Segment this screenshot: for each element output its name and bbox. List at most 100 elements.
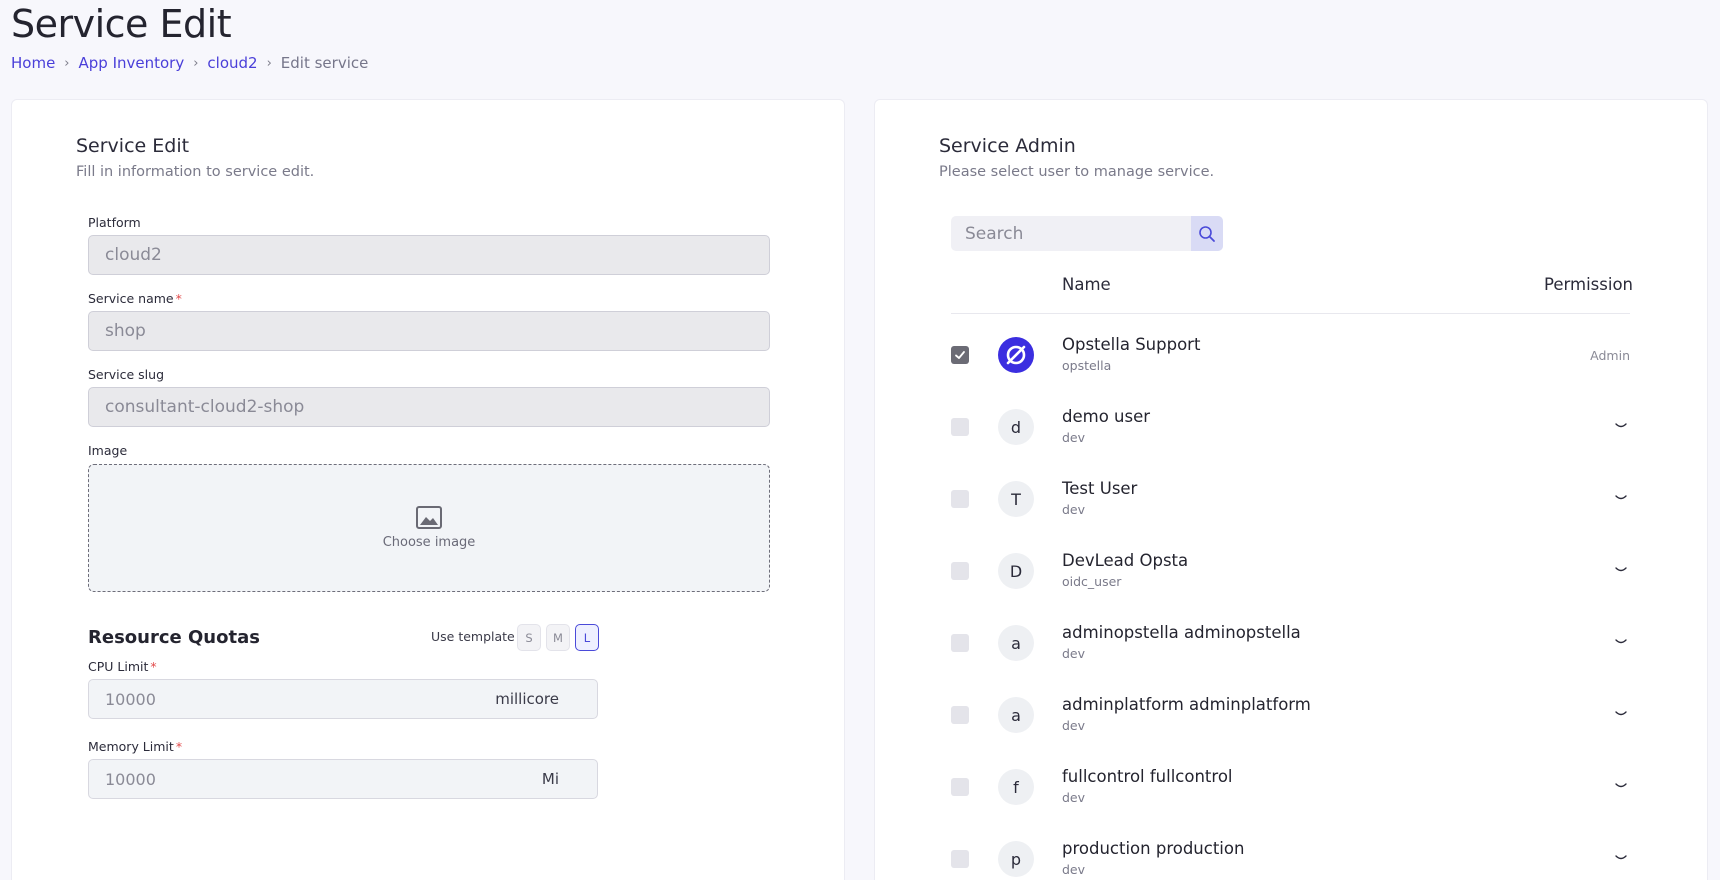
card-subtitle: Fill in information to service edit. bbox=[76, 164, 315, 180]
card-title: Service Edit bbox=[76, 135, 190, 157]
breadcrumb: Home › App Inventory › cloud2 › Edit ser… bbox=[11, 54, 368, 72]
chevron-right-icon: › bbox=[266, 55, 272, 71]
image-upload-dropzone[interactable]: Choose image bbox=[88, 464, 770, 592]
user-name: Opstella Support bbox=[1062, 335, 1201, 354]
avatar: f bbox=[998, 769, 1034, 805]
user-name: DevLead Opsta bbox=[1062, 551, 1189, 570]
opstella-logo-icon bbox=[998, 337, 1034, 373]
user-row[interactable]: a adminplatform adminplatform dev bbox=[951, 692, 1630, 752]
user-name: demo user bbox=[1062, 407, 1151, 426]
chevron-down-icon bbox=[1615, 567, 1627, 572]
image-icon bbox=[416, 506, 442, 529]
chevron-down-icon bbox=[1615, 855, 1627, 860]
checkmark-icon bbox=[955, 351, 965, 359]
template-m-button[interactable]: M bbox=[546, 624, 570, 651]
required-marker: * bbox=[175, 739, 183, 754]
user-role: dev bbox=[1062, 502, 1086, 517]
user-select-checkbox[interactable] bbox=[951, 562, 969, 580]
cpu-limit-label-text: CPU Limit bbox=[88, 659, 149, 674]
user-row[interactable]: a adminopstella adminopstella dev bbox=[951, 620, 1630, 680]
permission-dropdown[interactable] bbox=[1614, 778, 1628, 792]
permission-dropdown[interactable] bbox=[1614, 634, 1628, 648]
user-select-checkbox[interactable] bbox=[951, 706, 969, 724]
card-title: Service Admin bbox=[939, 135, 1076, 157]
template-l-button[interactable]: L bbox=[575, 624, 599, 651]
service-name-label-text: Service name bbox=[88, 291, 174, 306]
user-select-checkbox[interactable] bbox=[951, 634, 969, 652]
breadcrumb-home[interactable]: Home bbox=[11, 54, 55, 72]
page-title: Service Edit bbox=[11, 2, 232, 46]
template-s-button[interactable]: S bbox=[517, 624, 541, 651]
cpu-limit-label: CPU Limit * bbox=[88, 659, 157, 674]
memory-limit-unit: Mi bbox=[541, 770, 559, 788]
user-row[interactable]: d demo user dev bbox=[951, 404, 1630, 464]
required-marker: * bbox=[150, 659, 157, 674]
permission-dropdown[interactable] bbox=[1614, 706, 1628, 720]
user-select-checkbox[interactable] bbox=[951, 418, 969, 436]
chevron-right-icon: › bbox=[64, 55, 70, 71]
service-name-label: Service name * bbox=[88, 291, 182, 306]
user-role: dev bbox=[1062, 790, 1086, 805]
search-icon bbox=[1199, 225, 1215, 242]
avatar: a bbox=[998, 697, 1034, 733]
cpu-limit-field[interactable]: 10000 millicore bbox=[88, 679, 598, 719]
user-row[interactable]: T Test User dev bbox=[951, 476, 1630, 536]
chevron-down-icon bbox=[1615, 783, 1627, 788]
name-column-header: Name bbox=[1062, 275, 1111, 294]
user-row[interactable]: Opstella Support opstella Admin bbox=[951, 332, 1630, 392]
user-role: dev bbox=[1062, 430, 1086, 445]
required-marker: * bbox=[175, 291, 182, 306]
memory-limit-value: 10000 bbox=[105, 769, 156, 789]
service-name-field[interactable]: shop bbox=[88, 311, 770, 351]
permission-value: Admin bbox=[1590, 348, 1630, 363]
service-edit-card: Service Edit Fill in information to serv… bbox=[11, 99, 845, 880]
avatar: D bbox=[998, 553, 1034, 589]
user-role: opstella bbox=[1062, 358, 1112, 373]
avatar: T bbox=[998, 481, 1034, 517]
user-select-checkbox[interactable] bbox=[951, 490, 969, 508]
user-role: dev bbox=[1062, 718, 1086, 733]
permission-dropdown[interactable] bbox=[1614, 850, 1628, 864]
resource-quotas-title: Resource Quotas bbox=[88, 627, 260, 648]
chevron-down-icon bbox=[1615, 711, 1627, 716]
avatar: d bbox=[998, 409, 1034, 445]
user-name: production production bbox=[1062, 839, 1245, 858]
permission-dropdown[interactable] bbox=[1614, 418, 1628, 432]
user-select-checkbox[interactable] bbox=[951, 778, 969, 796]
breadcrumb-app-inventory[interactable]: App Inventory bbox=[79, 54, 185, 72]
user-role: oidc_user bbox=[1062, 574, 1122, 589]
image-label: Image bbox=[88, 443, 128, 458]
memory-limit-label: Memory Limit * bbox=[88, 739, 182, 754]
cpu-limit-unit: millicore bbox=[495, 690, 559, 708]
opstella-logo-mark bbox=[1006, 345, 1026, 365]
memory-limit-field[interactable]: 10000 Mi bbox=[88, 759, 598, 799]
search-button[interactable] bbox=[1191, 216, 1223, 251]
cpu-limit-value: 10000 bbox=[105, 689, 156, 709]
user-role: dev bbox=[1062, 646, 1086, 661]
search-box: Search bbox=[951, 216, 1223, 251]
permission-column-header: Permission bbox=[1544, 275, 1633, 294]
chevron-down-icon bbox=[1615, 639, 1627, 644]
breadcrumb-cloud2[interactable]: cloud2 bbox=[207, 54, 257, 72]
card-subtitle: Please select user to manage service. bbox=[939, 164, 1215, 180]
user-row[interactable]: p production production dev bbox=[951, 836, 1630, 880]
memory-limit-label-text: Memory Limit bbox=[88, 739, 174, 754]
chevron-right-icon: › bbox=[193, 55, 199, 71]
user-name: Test User bbox=[1062, 479, 1138, 498]
user-select-checkbox[interactable] bbox=[951, 850, 969, 868]
search-input[interactable]: Search bbox=[951, 224, 1191, 244]
avatar: a bbox=[998, 625, 1034, 661]
user-row[interactable]: f fullcontrol fullcontrol dev bbox=[951, 764, 1630, 824]
platform-label: Platform bbox=[88, 215, 141, 230]
permission-dropdown[interactable] bbox=[1614, 490, 1628, 504]
user-name: adminplatform adminplatform bbox=[1062, 695, 1311, 714]
platform-field[interactable]: cloud2 bbox=[88, 235, 770, 275]
user-row[interactable]: D DevLead Opsta oidc_user bbox=[951, 548, 1630, 608]
chevron-down-icon bbox=[1615, 495, 1627, 500]
choose-image-label: Choose image bbox=[382, 535, 476, 550]
permission-dropdown[interactable] bbox=[1614, 562, 1628, 576]
breadcrumb-current: Edit service bbox=[280, 54, 369, 72]
service-slug-field[interactable]: consultant-cloud2-shop bbox=[88, 387, 770, 427]
user-select-checkbox[interactable] bbox=[951, 346, 969, 364]
use-template-label: Use template bbox=[431, 629, 515, 644]
